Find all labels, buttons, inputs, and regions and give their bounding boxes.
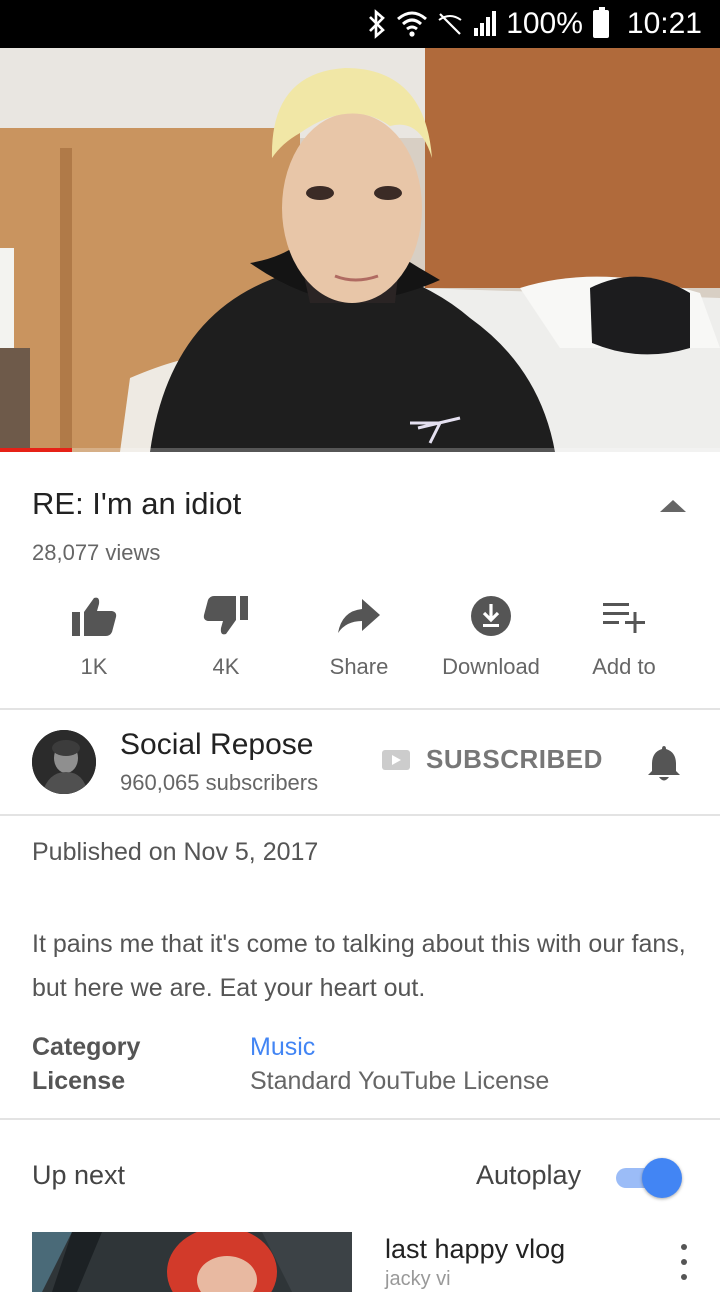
- status-bar: 100% 10:21: [0, 0, 720, 48]
- autoplay-label: Autoplay: [476, 1160, 582, 1190]
- youtube-play-icon: [382, 749, 410, 770]
- meta-values: Music Standard YouTube License: [250, 1030, 549, 1098]
- share-label: Share: [329, 654, 389, 679]
- share-icon: [333, 590, 385, 642]
- video-player[interactable]: [0, 48, 720, 452]
- download-icon: [465, 590, 517, 642]
- like-count: 1K: [80, 654, 108, 679]
- download-button[interactable]: Download: [426, 590, 556, 690]
- next-video-channel: jacky vi: [385, 1268, 451, 1290]
- divider: [0, 814, 720, 816]
- share-button[interactable]: Share: [294, 590, 424, 690]
- add-to-playlist-icon: [598, 590, 650, 642]
- divider: [0, 1118, 720, 1120]
- channel-avatar[interactable]: [32, 730, 96, 794]
- view-count: 28,077 views: [32, 540, 161, 565]
- add-to-button[interactable]: Add to: [559, 590, 689, 690]
- download-label: Download: [442, 654, 540, 679]
- dislike-count: 4K: [212, 654, 240, 679]
- video-description: It pains me that it's come to talking ab…: [32, 930, 686, 1002]
- video-frame: [0, 48, 720, 452]
- video-title: RE: I'm an idiot: [32, 486, 242, 521]
- mute-icon: [436, 0, 464, 48]
- next-video-title[interactable]: last happy vlog: [385, 1234, 565, 1265]
- autoplay-toggle[interactable]: [616, 1158, 684, 1198]
- dislike-button[interactable]: 4K: [161, 590, 291, 690]
- more-options-icon[interactable]: [674, 1244, 694, 1280]
- category-link[interactable]: Music: [250, 1030, 549, 1064]
- subscriber-count: 960,065 subscribers: [120, 770, 319, 795]
- bluetooth-icon: [366, 0, 388, 48]
- signal-icon: [472, 0, 498, 48]
- battery-percent: 100%: [506, 7, 583, 40]
- wifi-icon: [396, 0, 428, 48]
- channel-name[interactable]: Social Repose: [120, 728, 313, 762]
- license-label: License: [32, 1067, 126, 1095]
- subscribed-label: SUBSCRIBED: [426, 744, 603, 774]
- divider: [0, 708, 720, 710]
- up-next-label: Up next: [32, 1160, 126, 1190]
- add-to-label: Add to: [592, 654, 656, 679]
- battery-icon: [592, 7, 609, 38]
- like-button[interactable]: 1K: [29, 590, 159, 690]
- next-video-thumbnail[interactable]: [32, 1232, 352, 1292]
- video-progress-fill: [0, 448, 72, 452]
- subscribed-button[interactable]: SUBSCRIBED: [382, 744, 603, 775]
- thumbs-down-icon: [200, 590, 252, 642]
- video-progress-bar[interactable]: [0, 448, 720, 452]
- meta-labels: Category License: [32, 1030, 140, 1098]
- notification-bell-icon[interactable]: [646, 744, 682, 782]
- category-label: Category: [32, 1033, 141, 1061]
- action-row: 1K 4K Share Download Add to: [0, 590, 720, 690]
- clock: 10:21: [626, 7, 702, 40]
- collapse-description-icon[interactable]: [658, 498, 688, 514]
- autoplay-toggle-knob: [642, 1158, 682, 1198]
- thumbs-up-icon: [68, 590, 120, 642]
- publish-date: Published on Nov 5, 2017: [32, 838, 319, 866]
- license-value: Standard YouTube License: [250, 1067, 550, 1095]
